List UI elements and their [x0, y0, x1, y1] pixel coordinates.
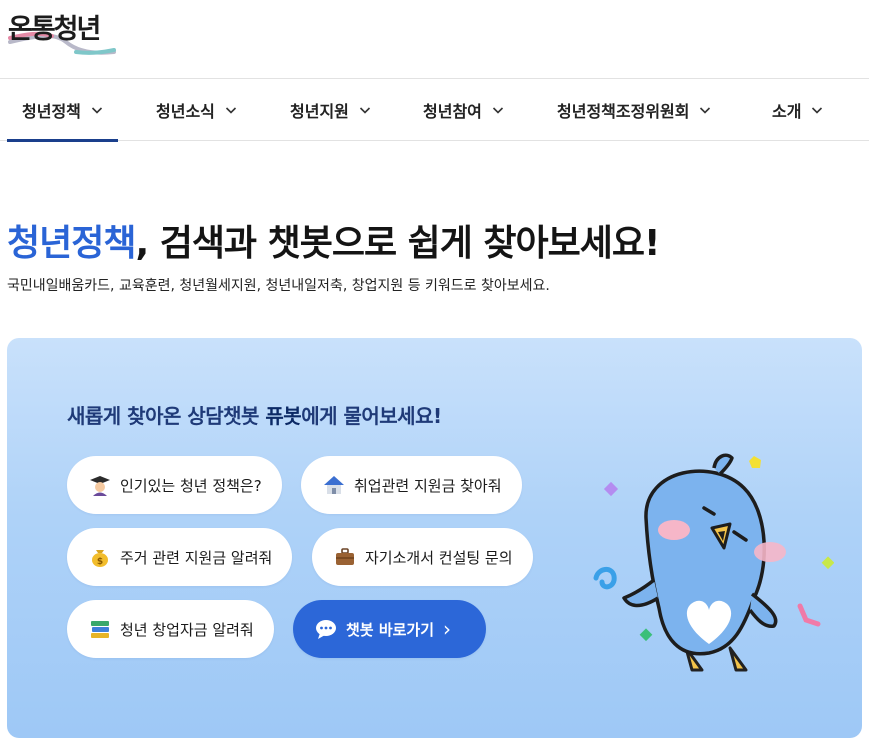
- nav-item-label: 청년정책: [22, 102, 81, 121]
- nav-item-about[interactable]: 소개: [772, 79, 823, 141]
- chatbot-shortcut-button[interactable]: 챗봇 바로가기 ›: [293, 600, 486, 658]
- chatbot-title-post: 에게 물어보세요!: [301, 404, 442, 428]
- quick-question-housing-subsidy[interactable]: $ 주거 관련 지원금 알려줘: [67, 528, 293, 586]
- chevron-down-icon: [91, 107, 102, 114]
- chatbot-shortcut-label: 챗봇 바로가기: [346, 620, 435, 639]
- nav-item-youth-news[interactable]: 청년소식: [156, 79, 237, 141]
- briefcase-icon: [334, 546, 356, 568]
- chatbot-panel-title: 새롭게 찾아온 상담챗봇 퓨봇에게 물어보세요!: [67, 400, 442, 429]
- chevron-down-icon: [359, 107, 370, 114]
- logo-mark: 온통청년: [8, 14, 116, 55]
- nav-item-label: 소개: [772, 102, 802, 121]
- page-subtitle: 국민내일배움카드, 교육훈련, 청년월세지원, 청년내일저축, 창업지원 등 키…: [7, 278, 550, 294]
- quick-question-employment-subsidy[interactable]: 취업관련 지원금 찾아줘: [301, 456, 522, 514]
- chatbot-panel: 새롭게 찾아온 상담챗봇 퓨봇에게 물어보세요! 인기있는 청년 정책은? 취업…: [7, 338, 862, 738]
- nav-item-youth-support[interactable]: 청년지원: [290, 79, 371, 141]
- chevron-down-icon: [812, 107, 823, 114]
- chip-label: 자기소개서 컨설팅 문의: [365, 548, 513, 567]
- chip-label: 주거 관련 지원금 알려줘: [120, 548, 273, 567]
- house-icon: [323, 474, 345, 496]
- page-title-accent: 청년정책: [7, 223, 136, 264]
- site-logo[interactable]: 온통청년: [6, 8, 126, 64]
- chevron-down-icon: [492, 107, 503, 114]
- quick-question-startup-fund[interactable]: 청년 창업자금 알려줘: [67, 600, 274, 658]
- chevron-down-icon: [225, 107, 236, 114]
- svg-text:온통청년: 온통청년: [8, 14, 100, 45]
- main-nav: 청년정책 청년소식 청년지원 청년참여 청년정책조정위원회 소개: [0, 78, 869, 142]
- chevron-right-icon: ›: [443, 617, 452, 641]
- nav-item-label: 청년참여: [423, 102, 482, 121]
- chatbot-name: 퓨봇: [265, 404, 302, 428]
- chevron-down-icon: [700, 107, 711, 114]
- quick-question-cover-letter[interactable]: 자기소개서 컨설팅 문의: [312, 528, 533, 586]
- books-icon: [89, 618, 111, 640]
- svg-text:$: $: [97, 557, 103, 567]
- chatbot-mascot-illustration: [584, 448, 835, 678]
- nav-item-label: 청년소식: [156, 102, 215, 121]
- page-title-rest: , 검색과 챗봇으로 쉽게 찾아보세요!: [135, 223, 660, 264]
- chatbot-title-pre: 새롭게 찾아온 상담챗봇: [67, 404, 266, 428]
- chip-label: 인기있는 청년 정책은?: [120, 476, 262, 495]
- speech-bubble-icon: [315, 618, 337, 640]
- chip-label: 취업관련 지원금 찾아줘: [354, 476, 502, 495]
- nav-item-label: 청년지원: [290, 102, 349, 121]
- quick-question-popular-policy[interactable]: 인기있는 청년 정책은?: [67, 456, 282, 514]
- page-title: 청년정책, 검색과 챗봇으로 쉽게 찾아보세요!: [7, 214, 660, 266]
- money-bag-icon: $: [89, 546, 111, 568]
- nav-item-policy-committee[interactable]: 청년정책조정위원회: [557, 79, 711, 141]
- nav-item-youth-policy[interactable]: 청년정책: [7, 79, 118, 142]
- nav-item-youth-participation[interactable]: 청년참여: [423, 79, 504, 141]
- chip-label: 청년 창업자금 알려줘: [120, 620, 254, 639]
- graduate-icon: [89, 474, 111, 496]
- nav-item-label: 청년정책조정위원회: [557, 102, 690, 121]
